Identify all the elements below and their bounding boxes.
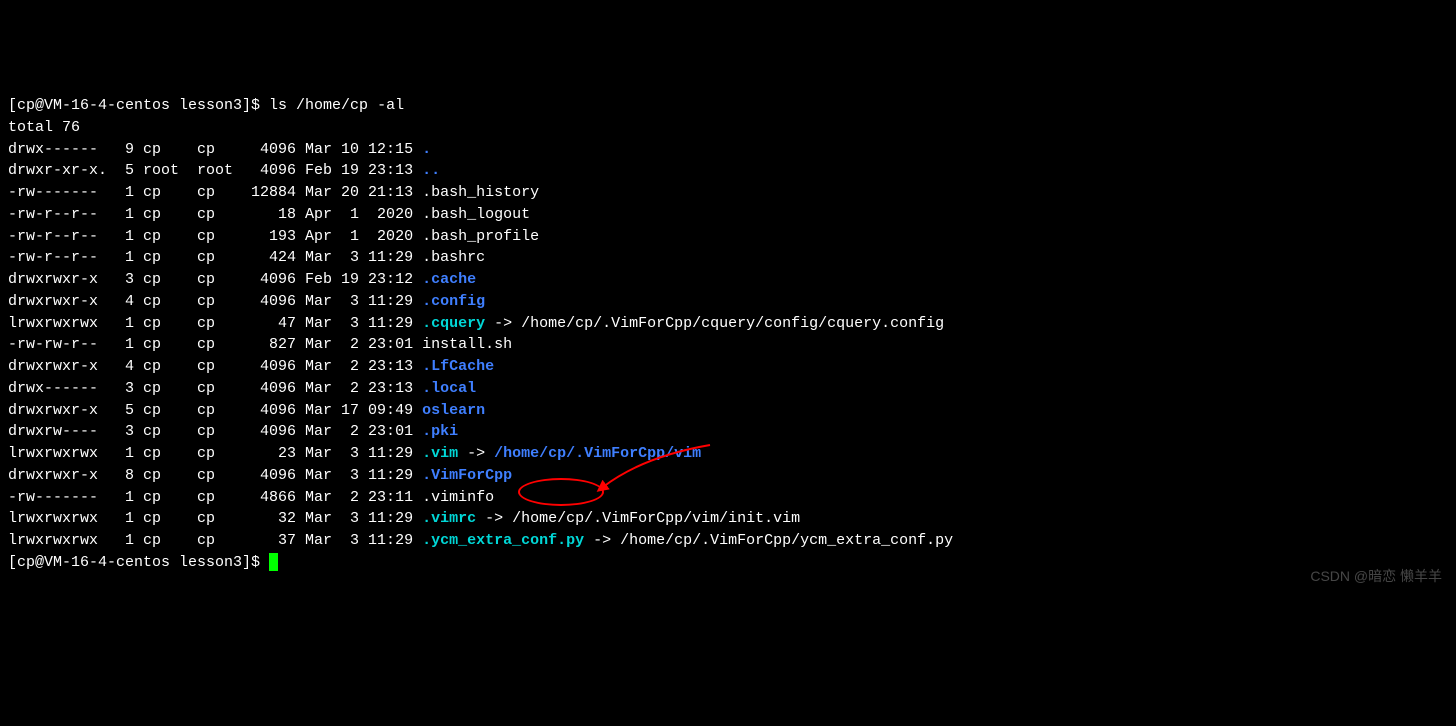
file-name: ..	[422, 162, 440, 179]
shell-prompt: [cp@VM-16-4-centos lesson3]$	[8, 554, 269, 571]
prompt-line[interactable]: [cp@VM-16-4-centos lesson3]$ ls /home/cp…	[8, 95, 1448, 117]
file-row: drwx------ 3 cp cp 4096 Mar 2 23:13 .loc…	[8, 378, 1448, 400]
file-name: .vim	[422, 445, 458, 462]
file-name: .cquery	[422, 315, 485, 332]
file-row: drwxrw---- 3 cp cp 4096 Mar 2 23:01 .pki	[8, 421, 1448, 443]
file-row: lrwxrwxrwx 1 cp cp 23 Mar 3 11:29 .vim -…	[8, 443, 1448, 465]
total-line: total 76	[8, 117, 1448, 139]
shell-prompt: [cp@VM-16-4-centos lesson3]$	[8, 97, 269, 114]
watermark: CSDN @暗恋 懒羊羊	[1310, 566, 1442, 586]
file-row: drwxrwxr-x 3 cp cp 4096 Feb 19 23:12 .ca…	[8, 269, 1448, 291]
symlink-arrow: ->	[485, 315, 521, 332]
file-row: lrwxrwxrwx 1 cp cp 47 Mar 3 11:29 .cquer…	[8, 313, 1448, 335]
file-row: drwxr-xr-x. 5 root root 4096 Feb 19 23:1…	[8, 160, 1448, 182]
file-name: .bash_history	[422, 184, 539, 201]
file-row: -rw-rw-r-- 1 cp cp 827 Mar 2 23:01 insta…	[8, 334, 1448, 356]
file-row: drwx------ 9 cp cp 4096 Mar 10 12:15 .	[8, 139, 1448, 161]
file-row: drwxrwxr-x 4 cp cp 4096 Mar 2 23:13 .LfC…	[8, 356, 1448, 378]
file-name: .vimrc	[422, 510, 476, 527]
file-row: drwxrwxr-x 4 cp cp 4096 Mar 3 11:29 .con…	[8, 291, 1448, 313]
file-row: -rw-r--r-- 1 cp cp 18 Apr 1 2020 .bash_l…	[8, 204, 1448, 226]
file-row: -rw-r--r-- 1 cp cp 424 Mar 3 11:29 .bash…	[8, 247, 1448, 269]
symlink-target: /home/cp/.VimForCpp/vim	[494, 445, 701, 462]
file-name: .local	[422, 380, 476, 397]
file-row: lrwxrwxrwx 1 cp cp 37 Mar 3 11:29 .ycm_e…	[8, 530, 1448, 552]
file-row: drwxrwxr-x 5 cp cp 4096 Mar 17 09:49 osl…	[8, 400, 1448, 422]
file-name: .	[422, 141, 431, 158]
symlink-arrow: ->	[476, 510, 512, 527]
file-row: -rw------- 1 cp cp 4866 Mar 2 23:11 .vim…	[8, 487, 1448, 509]
symlink-arrow: ->	[458, 445, 494, 462]
file-row: lrwxrwxrwx 1 cp cp 32 Mar 3 11:29 .vimrc…	[8, 508, 1448, 530]
file-name: .viminfo	[422, 489, 494, 506]
command-text: ls /home/cp -al	[269, 97, 404, 114]
file-name: .bash_logout	[422, 206, 530, 223]
file-name: .VimForCpp	[422, 467, 512, 484]
terminal-output: [cp@VM-16-4-centos lesson3]$ ls /home/cp…	[8, 95, 1448, 574]
file-name: .ycm_extra_conf.py	[422, 532, 584, 549]
file-name: .LfCache	[422, 358, 494, 375]
symlink-target: /home/cp/.VimForCpp/ycm_extra_conf.py	[620, 532, 953, 549]
file-name: .bash_profile	[422, 228, 539, 245]
file-name: .bashrc	[422, 249, 485, 266]
file-name: install.sh	[422, 336, 512, 353]
file-name: oslearn	[422, 402, 485, 419]
cursor	[269, 553, 278, 571]
file-row: drwxrwxr-x 8 cp cp 4096 Mar 3 11:29 .Vim…	[8, 465, 1448, 487]
prompt-line[interactable]: [cp@VM-16-4-centos lesson3]$	[8, 552, 1448, 574]
file-name: .config	[422, 293, 485, 310]
file-row: -rw------- 1 cp cp 12884 Mar 20 21:13 .b…	[8, 182, 1448, 204]
symlink-target: /home/cp/.VimForCpp/vim/init.vim	[512, 510, 800, 527]
symlink-target: /home/cp/.VimForCpp/cquery/config/cquery…	[521, 315, 944, 332]
file-name: .pki	[422, 423, 458, 440]
file-name: .cache	[422, 271, 476, 288]
file-row: -rw-r--r-- 1 cp cp 193 Apr 1 2020 .bash_…	[8, 226, 1448, 248]
symlink-arrow: ->	[584, 532, 620, 549]
